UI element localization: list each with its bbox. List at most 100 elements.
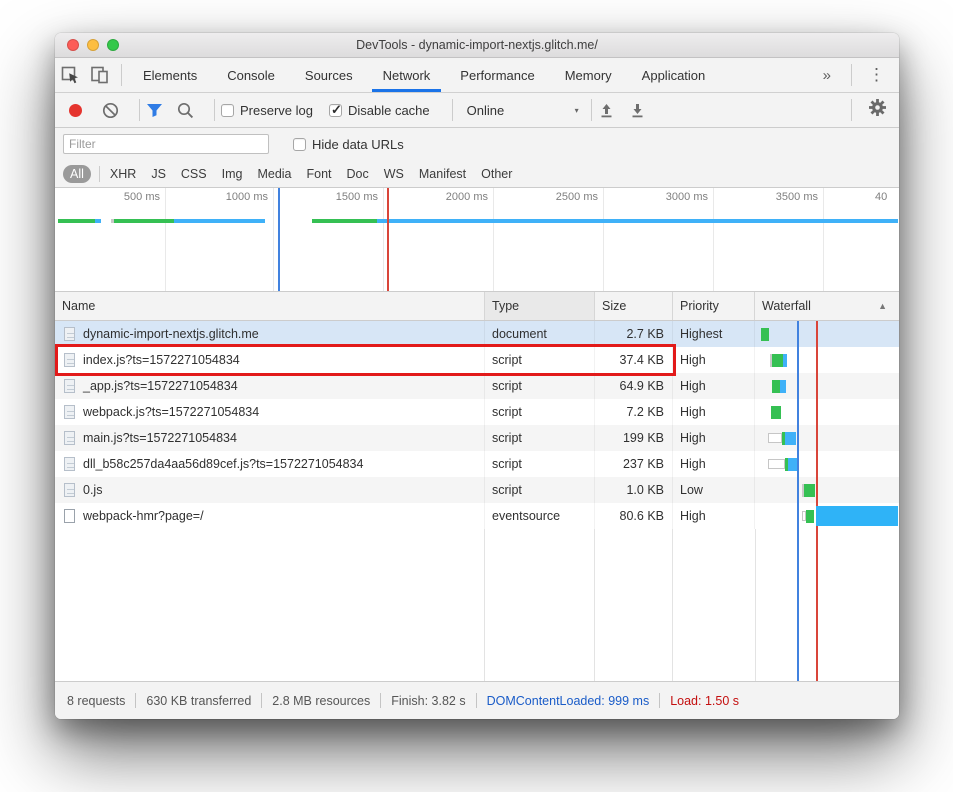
waterfall-bar: [772, 354, 783, 367]
overview-waterfall-segment: [114, 219, 174, 223]
request-row[interactable]: index.js?ts=1572271054834script37.4 KBHi…: [55, 347, 899, 373]
timeline-tick-label: 500 ms: [84, 191, 160, 203]
request-row[interactable]: 0.jsscript1.0 KBLow: [55, 477, 899, 503]
request-priority: High: [673, 399, 755, 425]
request-type: script: [485, 477, 595, 503]
disable-cache-toggle[interactable]: ✓ Disable cache: [329, 103, 430, 118]
request-priority: High: [673, 451, 755, 477]
request-size: 80.6 KB: [595, 503, 673, 529]
hide-data-urls-label: Hide data URLs: [312, 137, 404, 152]
tab-console[interactable]: Console: [212, 58, 290, 92]
status-item: 8 requests: [67, 694, 125, 708]
filter-input[interactable]: [63, 134, 269, 154]
overview-waterfall-segment: [377, 219, 898, 223]
main-menu-icon[interactable]: ⋮: [858, 65, 899, 85]
desktop-background: DevTools - dynamic-import-nextjs.glitch.…: [0, 0, 953, 792]
column-header-waterfall[interactable]: Waterfall▲: [755, 292, 899, 320]
type-filter-js[interactable]: JS: [151, 167, 166, 181]
type-filter-media[interactable]: Media: [257, 167, 291, 181]
timeline-gridline: [383, 188, 384, 291]
type-filter-all[interactable]: All: [63, 165, 91, 183]
window-titlebar[interactable]: DevTools - dynamic-import-nextjs.glitch.…: [55, 33, 899, 58]
overview-waterfall-segment: [174, 219, 265, 223]
request-row[interactable]: webpack-hmr?page=/eventsource80.6 KBHigh: [55, 503, 899, 529]
device-toolbar-icon[interactable]: [85, 60, 115, 90]
preserve-log-checkbox[interactable]: [221, 104, 234, 117]
tab-network[interactable]: Network: [368, 58, 446, 92]
filter-icon[interactable]: [146, 103, 163, 118]
divider: [261, 693, 262, 708]
clear-icon[interactable]: [102, 102, 119, 119]
column-header-name[interactable]: Name: [55, 292, 485, 320]
panel-tabs: ElementsConsoleSourcesNetworkPerformance…: [128, 58, 720, 92]
request-waterfall: [755, 503, 899, 529]
request-waterfall: [755, 321, 899, 347]
column-header-size[interactable]: Size: [595, 292, 673, 320]
request-row[interactable]: main.js?ts=1572271054834script199 KBHigh: [55, 425, 899, 451]
divider: [135, 693, 136, 708]
type-filter-css[interactable]: CSS: [181, 167, 207, 181]
zoom-button[interactable]: [107, 39, 119, 51]
type-filter-font[interactable]: Font: [307, 167, 332, 181]
column-header-type[interactable]: Type: [485, 292, 595, 320]
type-filter-manifest[interactable]: Manifest: [419, 167, 466, 181]
waterfall-bar: [761, 328, 769, 341]
disable-cache-checkbox[interactable]: ✓: [329, 104, 342, 117]
waterfall-bar: [768, 433, 782, 443]
tab-memory[interactable]: Memory: [550, 58, 627, 92]
chevron-down-icon: ▾: [575, 106, 579, 115]
divider: [214, 99, 215, 121]
document-icon: [64, 483, 75, 497]
settings-gear-icon[interactable]: [868, 98, 887, 122]
column-header-priority[interactable]: Priority: [673, 292, 755, 320]
search-icon[interactable]: [177, 102, 194, 119]
more-tabs-icon[interactable]: »: [809, 67, 845, 84]
waterfall-bar: [785, 432, 796, 445]
minimize-button[interactable]: [87, 39, 99, 51]
close-button[interactable]: [67, 39, 79, 51]
request-name: main.js?ts=1572271054834: [55, 425, 485, 451]
hide-data-urls-toggle[interactable]: Hide data URLs: [293, 137, 404, 152]
throttling-dropdown[interactable]: Online ▾: [467, 103, 579, 118]
type-filter-doc[interactable]: Doc: [347, 167, 369, 181]
preserve-log-toggle[interactable]: Preserve log: [221, 103, 313, 118]
export-har-icon[interactable]: [629, 102, 646, 119]
record-button[interactable]: [69, 104, 82, 117]
column-divider: [672, 529, 673, 681]
request-type: script: [485, 425, 595, 451]
status-bar: 8 requests630 KB transferred2.8 MB resou…: [55, 681, 899, 719]
document-icon: [64, 457, 75, 471]
tab-performance[interactable]: Performance: [445, 58, 549, 92]
timeline-gridline: [823, 188, 824, 291]
waterfall-bar: [804, 484, 815, 497]
timeline-tick-label: 2500 ms: [522, 191, 598, 203]
tab-application[interactable]: Application: [627, 58, 721, 92]
request-row[interactable]: _app.js?ts=1572271054834script64.9 KBHig…: [55, 373, 899, 399]
divider: [121, 64, 122, 86]
type-filter-other[interactable]: Other: [481, 167, 512, 181]
request-row[interactable]: webpack.js?ts=1572271054834script7.2 KBH…: [55, 399, 899, 425]
request-waterfall: [755, 399, 899, 425]
request-row[interactable]: dynamic-import-nextjs.glitch.medocument2…: [55, 321, 899, 347]
type-filter-xhr[interactable]: XHR: [110, 167, 136, 181]
request-priority: Low: [673, 477, 755, 503]
request-size: 64.9 KB: [595, 373, 673, 399]
column-divider: [594, 529, 595, 681]
timeline-tick-label: 3500 ms: [742, 191, 818, 203]
request-size: 199 KB: [595, 425, 673, 451]
inspect-element-icon[interactable]: [55, 60, 85, 90]
tab-elements[interactable]: Elements: [128, 58, 212, 92]
request-name: index.js?ts=1572271054834: [55, 347, 485, 373]
tab-sources[interactable]: Sources: [290, 58, 368, 92]
request-row[interactable]: dll_b58c257da4aa56d89cef.js?ts=157227105…: [55, 451, 899, 477]
sort-ascending-icon[interactable]: ▲: [878, 292, 887, 320]
import-har-icon[interactable]: [598, 102, 615, 119]
request-name: dll_b58c257da4aa56d89cef.js?ts=157227105…: [55, 451, 485, 477]
network-overview[interactable]: 500 ms1000 ms1500 ms2000 ms2500 ms3000 m…: [55, 188, 899, 292]
hide-data-urls-checkbox[interactable]: [293, 138, 306, 151]
disable-cache-label: Disable cache: [348, 103, 430, 118]
type-filter-ws[interactable]: WS: [384, 167, 404, 181]
request-name: dynamic-import-nextjs.glitch.me: [55, 321, 485, 347]
type-filter-img[interactable]: Img: [222, 167, 243, 181]
waterfall-bar: [771, 406, 781, 419]
